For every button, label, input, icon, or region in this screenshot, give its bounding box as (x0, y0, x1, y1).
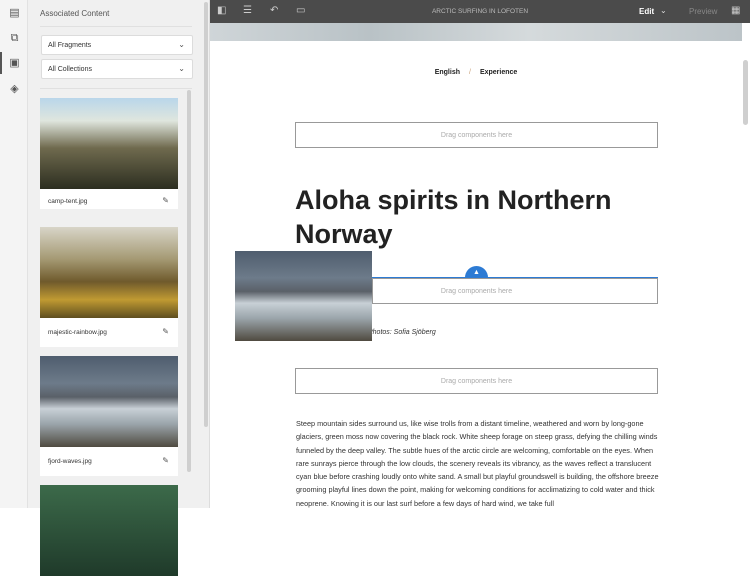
collections-select-value: All Collections (48, 66, 92, 73)
asset-thumbnail (40, 356, 178, 447)
insert-arrow-icon[interactable]: ▲ (465, 266, 488, 278)
fragments-select[interactable]: All Fragments ⌄ (41, 35, 193, 55)
asset-thumbnail (40, 485, 178, 576)
drop-zone-label: Drag components here (440, 288, 513, 295)
asset-name: camp-tent.jpg (48, 198, 88, 205)
layers-icon[interactable]: ◈ (8, 83, 21, 95)
photo-credit: Photos: Sofia Sjöberg (368, 329, 436, 336)
breadcrumb-experience[interactable]: Experience (480, 69, 517, 76)
mode-select[interactable]: Edit (639, 7, 654, 16)
breadcrumb-separator: / (468, 69, 471, 76)
edit-pencil-icon[interactable]: ✎ (162, 327, 169, 336)
assets-icon[interactable]: ▣ (8, 57, 21, 69)
asset-card[interactable]: camp-tent.jpg ✎ (40, 98, 178, 209)
asset-thumbnail (40, 98, 178, 189)
page-title: ARCTIC SURFING IN LOFOTEN (431, 8, 529, 15)
page-scrollbar[interactable] (743, 60, 748, 125)
asset-name: fjord-waves.jpg (48, 458, 92, 465)
drop-zone-active[interactable]: Drag components here (372, 278, 658, 304)
divider (40, 26, 192, 27)
asset-card[interactable] (40, 485, 178, 576)
annotations-icon[interactable]: ▦ (731, 5, 740, 16)
chevron-down-icon: ⌄ (178, 64, 185, 73)
article-body: Steep mountain sides surround us, like w… (296, 419, 659, 508)
side-rail: ▤ ⧉ ▣ ◈ (0, 0, 28, 508)
asset-card[interactable]: fjord-waves.jpg ✎ (40, 356, 178, 476)
asset-name: majestic-rainbow.jpg (48, 329, 107, 336)
components-icon[interactable]: ⧉ (8, 32, 21, 44)
collections-select[interactable]: All Collections ⌄ (41, 59, 193, 79)
preview-button[interactable]: Preview (689, 7, 717, 16)
dragged-asset-image[interactable] (235, 251, 372, 341)
asset-card[interactable]: majestic-rainbow.jpg ✎ (40, 227, 178, 347)
edit-pencil-icon[interactable]: ✎ (162, 196, 169, 205)
page-info-icon[interactable]: ▤ (8, 7, 21, 19)
asset-thumbnail (40, 227, 178, 318)
divider (40, 88, 192, 89)
drop-zone[interactable]: Drag components here (295, 122, 658, 148)
edit-pencil-icon[interactable]: ✎ (162, 456, 169, 465)
editor-toolbar: ◧ ☰ ↶ ▭ ARCTIC SURFING IN LOFOTEN Edit ⌄… (210, 0, 750, 23)
breadcrumb-english[interactable]: English (435, 69, 460, 76)
chevron-down-icon[interactable]: ⌄ (660, 6, 667, 15)
hero-image (210, 23, 742, 41)
breadcrumb: English / Experience (210, 69, 742, 76)
chevron-down-icon: ⌄ (178, 40, 185, 49)
insertion-line (372, 277, 658, 278)
panel-title: Associated Content (40, 9, 110, 18)
drop-zone[interactable]: Drag components here (295, 368, 658, 394)
associated-content-panel: Associated Content All Fragments ⌄ All Co… (28, 0, 210, 576)
article-heading: Aloha spirits in Northern Norway (295, 185, 612, 249)
panel-scrollbar[interactable] (204, 2, 208, 427)
fragments-select-value: All Fragments (48, 42, 92, 49)
asset-list-scrollbar[interactable] (187, 90, 191, 472)
active-indicator (0, 52, 2, 74)
